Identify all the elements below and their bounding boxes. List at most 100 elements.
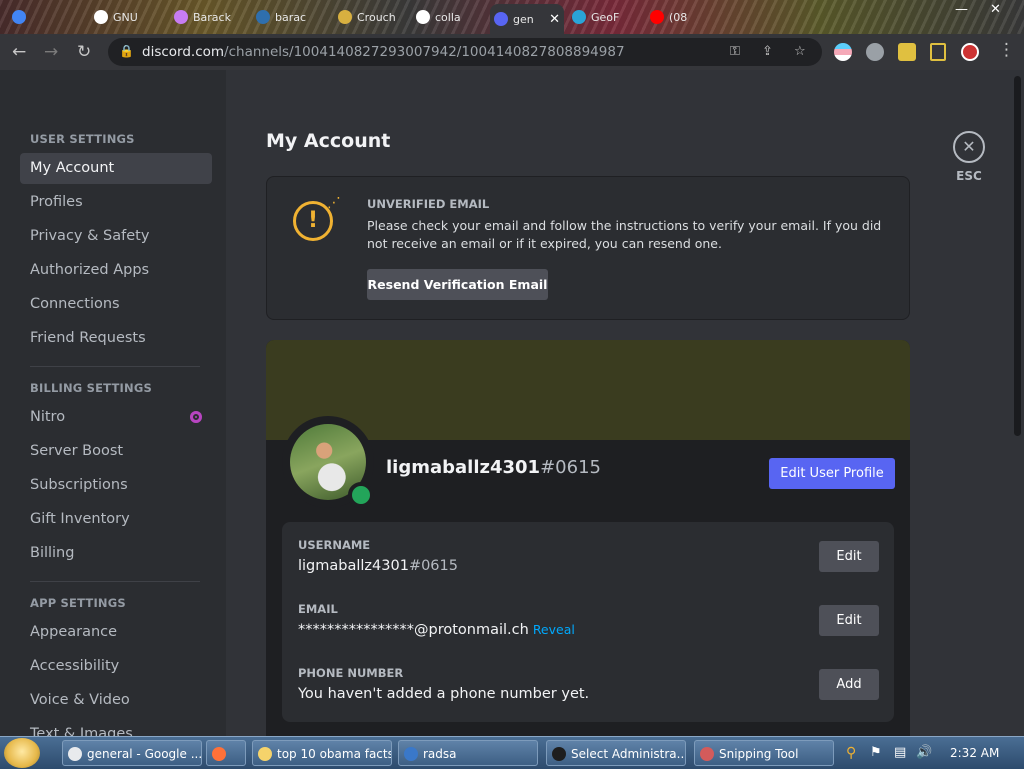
sidebar-item-nitro[interactable]: Nitro <box>20 402 212 433</box>
taskbar: general - Google ... top 10 obama facts ra… <box>0 736 1024 769</box>
sidebar-item-voice-video[interactable]: Voice & Video <box>20 685 212 716</box>
taskbar-item[interactable]: Select Administra... <box>546 740 686 766</box>
browser-tab[interactable]: (08 <box>646 4 720 30</box>
app-icon <box>212 747 226 761</box>
nitro-icon <box>190 411 202 423</box>
youtube-icon <box>650 10 664 24</box>
browser-tab[interactable]: Crouch <box>334 4 408 30</box>
app-icon <box>338 10 352 24</box>
sidebar-item-gift-inventory[interactable]: Gift Inventory <box>20 504 212 535</box>
esc-label: ESC <box>956 169 982 183</box>
sidebar-item-server-boost[interactable]: Server Boost <box>20 436 212 467</box>
unverified-email-notice: ! ⋰ UNVERIFIED EMAIL Please check your e… <box>266 176 910 320</box>
extension-badge-icon[interactable] <box>866 43 884 61</box>
browser-tab-title: Barack <box>193 10 231 24</box>
edit-user-profile-button[interactable]: Edit User Profile <box>769 458 895 489</box>
browser-tab-title: (08 <box>669 10 688 24</box>
share-icon[interactable]: ⇪ <box>762 44 773 59</box>
sidebar-panel-icon[interactable] <box>930 43 946 61</box>
bing-icon <box>256 10 270 24</box>
taskbar-item[interactable] <box>206 740 246 766</box>
browser-tab-title: colla <box>435 10 461 24</box>
sidebar-item-appearance[interactable]: Appearance <box>20 617 212 648</box>
browser-tab[interactable]: gen ✕ <box>490 4 564 34</box>
email-label: EMAIL <box>298 602 338 616</box>
sidebar-item-accessibility[interactable]: Accessibility <box>20 651 212 682</box>
add-phone-button[interactable]: Add <box>819 669 879 700</box>
extension-flag-icon[interactable] <box>834 43 852 61</box>
window-close-icon[interactable]: ✕ <box>990 2 1001 17</box>
browser-tab[interactable]: Barack <box>170 4 248 30</box>
profile-avatar-icon[interactable] <box>961 43 979 61</box>
page-title: My Account <box>266 130 391 152</box>
lock-icon: 🔒 <box>119 44 134 58</box>
profile-banner <box>266 340 910 440</box>
app-icon <box>552 747 566 761</box>
app-icon <box>258 747 272 761</box>
edit-username-button[interactable]: Edit <box>819 541 879 572</box>
browser-tab[interactable]: GeoF <box>568 4 642 30</box>
bookmark-star-icon[interactable]: ☆ <box>794 44 806 59</box>
puzzle-icon[interactable] <box>898 43 916 61</box>
phone-value: You haven't added a phone number yet. <box>298 686 590 702</box>
app-icon <box>68 747 82 761</box>
settings-sidebar: USER SETTINGS My Account Profiles Privac… <box>0 70 226 742</box>
sidebar-item-subscriptions[interactable]: Subscriptions <box>20 470 212 501</box>
volume-icon[interactable]: 🔊 <box>916 745 932 760</box>
sidebar-item-profiles[interactable]: Profiles <box>20 187 212 218</box>
key-icon[interactable]: ⚿ <box>730 44 740 59</box>
taskbar-item[interactable]: Snipping Tool <box>694 740 834 766</box>
taskbar-item[interactable]: radsa <box>398 740 538 766</box>
browser-tab[interactable]: GNU <box>90 4 166 30</box>
sidebar-item-authorized-apps[interactable]: Authorized Apps <box>20 255 212 286</box>
security-icon[interactable]: ⚑ <box>870 745 882 760</box>
taskbar-item-label: general - Google ... <box>87 747 202 761</box>
sidebar-item-privacy-safety[interactable]: Privacy & Safety <box>20 221 212 252</box>
sidebar-item-my-account[interactable]: My Account <box>20 153 212 184</box>
app-icon <box>572 10 586 24</box>
sidebar-item-billing[interactable]: Billing <box>20 538 212 569</box>
app-icon <box>700 747 714 761</box>
email-value: ****************@protonmail.ch Reveal <box>298 622 575 638</box>
network-icon[interactable]: ▤ <box>894 745 906 760</box>
browser-tab[interactable]: barac <box>252 4 330 30</box>
forward-icon[interactable]: → <box>44 42 58 62</box>
taskbar-item[interactable]: general - Google ... <box>62 740 202 766</box>
sidebar-item-label: Nitro <box>30 409 66 425</box>
tab-close-icon[interactable]: ✕ <box>549 12 560 27</box>
omnibox[interactable]: 🔒 discord.com/channels/10041408272930079… <box>108 38 822 66</box>
url-text[interactable]: discord.com/channels/1004140827293007942… <box>142 44 625 60</box>
sidebar-item-connections[interactable]: Connections <box>20 289 212 320</box>
phone-label: PHONE NUMBER <box>298 666 404 680</box>
taskbar-item-label: top 10 obama facts <box>277 747 392 761</box>
app-settings-heading: APP SETTINGS <box>30 596 126 610</box>
sidebar-item-friend-requests[interactable]: Friend Requests <box>20 323 212 354</box>
minimize-icon[interactable]: — <box>955 2 968 17</box>
taskbar-item[interactable]: top 10 obama facts <box>252 740 392 766</box>
page-scrollbar[interactable] <box>1014 76 1021 436</box>
close-icon[interactable]: ✕ <box>953 131 985 163</box>
alert-rays-icon: ⋰ <box>327 195 341 211</box>
avatar-frame <box>282 416 374 508</box>
search-icon[interactable]: ⚲ <box>846 745 856 761</box>
start-button[interactable] <box>4 738 40 768</box>
github-icon <box>416 10 430 24</box>
sidebar-divider <box>30 581 200 582</box>
app-icon <box>174 10 188 24</box>
edit-email-button[interactable]: Edit <box>819 605 879 636</box>
browser-tab-title: gen <box>513 12 534 26</box>
browser-tab[interactable]: colla <box>412 4 486 30</box>
reveal-email-link[interactable]: Reveal <box>533 622 575 637</box>
reload-icon[interactable]: ↻ <box>77 42 91 62</box>
online-status-icon <box>348 482 374 508</box>
taskbar-clock[interactable]: 2:32 AM <box>950 746 999 760</box>
back-icon[interactable]: ← <box>12 42 26 62</box>
notice-body: Please check your email and follow the i… <box>367 218 882 251</box>
taskbar-item-label: radsa <box>423 747 457 761</box>
resend-verification-button[interactable]: Resend Verification Email <box>367 269 548 300</box>
close-settings[interactable]: ✕ ESC <box>951 131 987 183</box>
menu-dots-icon[interactable]: ⋮ <box>998 40 1015 60</box>
notice-title: UNVERIFIED EMAIL <box>367 197 490 211</box>
browser-tab-title: Crouch <box>357 10 396 24</box>
browser-tab[interactable] <box>8 4 86 30</box>
